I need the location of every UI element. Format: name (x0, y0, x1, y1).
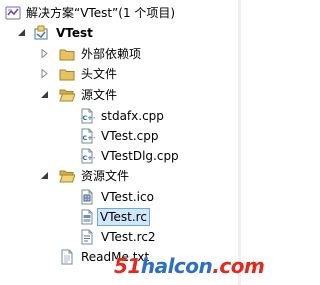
watermark-part: 51 (114, 254, 141, 278)
expanded-arrow-icon[interactable] (40, 171, 49, 180)
scrollbar-edge[interactable] (238, 0, 241, 285)
file-label: VTest.ico (101, 190, 154, 204)
file-label: VTest.rc (97, 208, 150, 226)
expanded-arrow-icon[interactable] (17, 28, 26, 37)
project-label: VTest (56, 26, 93, 40)
external-deps-label: 外部依赖项 (81, 47, 142, 61)
collapsed-arrow-icon[interactable] (40, 49, 49, 58)
file-label: VTest.cpp (101, 129, 159, 143)
collapsed-arrow-icon[interactable] (40, 69, 49, 78)
folder-icon (59, 69, 75, 81)
headers-label: 头文件 (81, 67, 118, 81)
solution-icon (5, 6, 21, 20)
ico-file-icon (81, 189, 93, 205)
folder-open-icon (59, 89, 75, 102)
watermark-part: .com (212, 254, 265, 278)
cpp-file-icon: C++ (81, 128, 96, 144)
resources-label: 资源文件 (81, 169, 130, 183)
rc-file-icon (81, 209, 93, 225)
cpp-file-icon: C++ (81, 148, 96, 164)
sources-label: 源文件 (81, 88, 118, 102)
watermark-part: halcon (140, 254, 213, 278)
rc2-file-icon (81, 229, 93, 245)
file-label: stdafx.cpp (101, 109, 164, 123)
solution-explorer-tree: 解决方案“VTest”(1 个项目) VTest 外部依赖项 头文件 源文件 C… (0, 0, 241, 285)
svg-text:C++: C++ (83, 154, 96, 162)
watermark: 51halcon.com (114, 254, 265, 278)
file-label: VTestDlg.cpp (101, 149, 179, 163)
cpp-file-icon: C++ (81, 108, 96, 124)
expanded-arrow-icon[interactable] (40, 90, 49, 99)
folder-open-icon (59, 170, 75, 183)
text-file-icon (61, 249, 73, 265)
svg-text:C++: C++ (83, 134, 96, 142)
file-label: VTest.rc2 (101, 230, 156, 244)
folder-icon (59, 49, 75, 61)
solution-label: 解决方案“VTest”(1 个项目) (26, 6, 176, 20)
svg-text:C++: C++ (83, 114, 96, 122)
vc-project-icon (34, 25, 48, 40)
